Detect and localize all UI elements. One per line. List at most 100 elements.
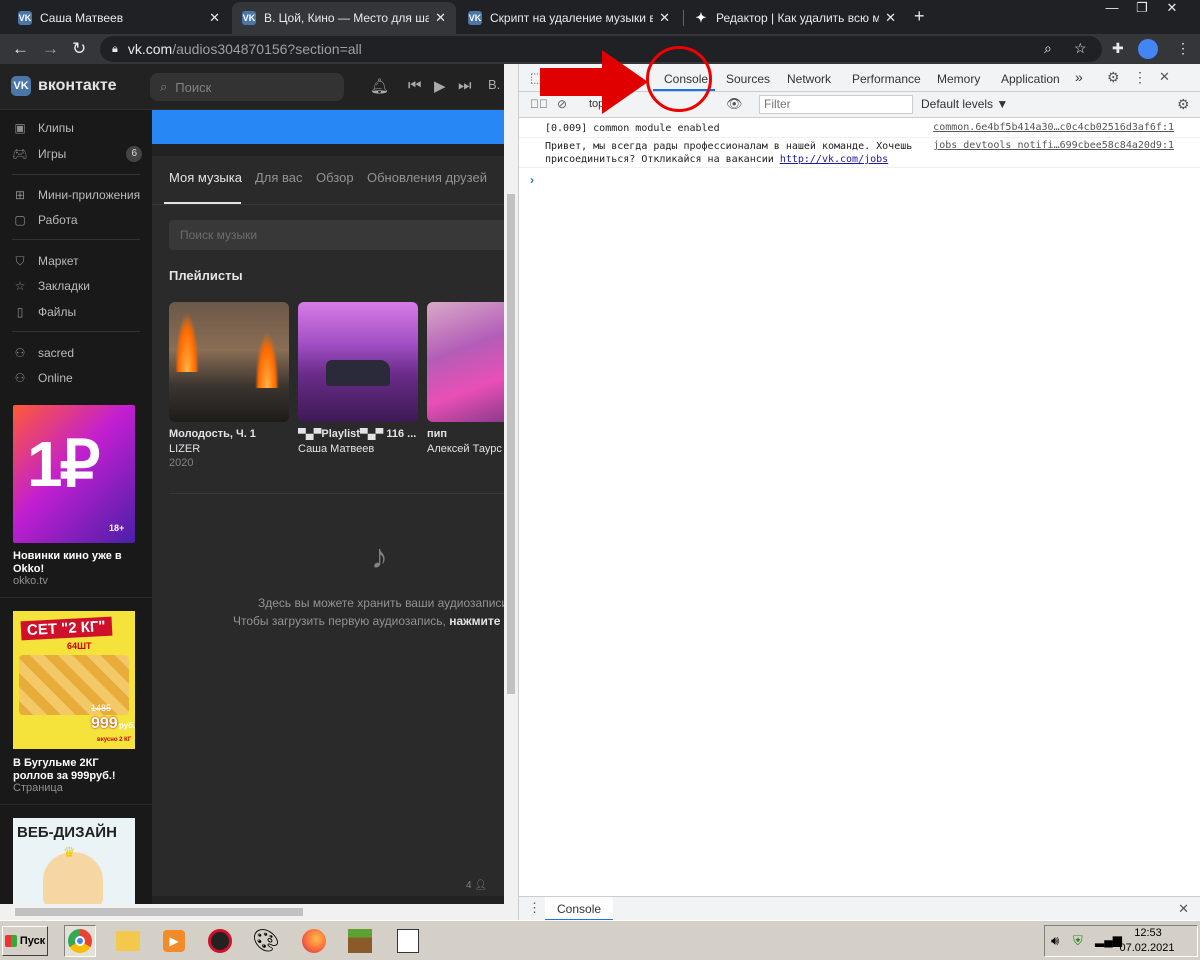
nav-item-clips[interactable]: ▣ Клипы [12,117,142,139]
browser-tab-music[interactable]: VK В. Цой, Кино — Место для шага вп ✕ [232,2,456,34]
upload-link[interactable]: нажмите з [449,614,510,628]
settings-gear-icon[interactable]: ⚙ [1107,69,1120,86]
nav-item-online[interactable]: ⚇ Online [12,367,142,389]
tab-for-you[interactable]: Для вас [255,170,303,185]
browser-tab-script[interactable]: VK Скрипт на удаление музыки вк ✕ [458,2,680,34]
nav-item-mini-apps[interactable]: ⊞ Мини-приложения [12,184,142,206]
scrollbar-thumb[interactable] [15,908,303,916]
playlist-artist[interactable]: Саша Матвеев [298,443,418,455]
taskbar-app-window[interactable] [392,925,424,957]
playlist-cover[interactable] [169,302,289,422]
close-window-icon[interactable]: ✕ [1160,0,1184,18]
play-icon[interactable]: ▶ [434,77,446,95]
devtools-tab-network[interactable]: Network [787,72,831,86]
vertical-scrollbar[interactable] [504,64,518,904]
devtools-tab-sources[interactable]: Sources [726,72,770,86]
back-icon[interactable]: ← [12,40,29,58]
tab-my-music[interactable]: Моя музыка [169,170,242,185]
restore-icon[interactable]: ❐ [1130,0,1154,18]
vk-search-input[interactable]: ⌕ Поиск [150,73,344,101]
horizontal-scrollbar[interactable] [0,904,518,920]
reload-icon[interactable]: ↻ [72,40,86,58]
browser-menu-icon[interactable]: ⋮ [1176,40,1190,57]
forward-icon[interactable]: → [42,40,59,58]
minimize-icon[interactable]: — [1100,0,1124,18]
playlist-card[interactable]: пип Алексей Таурс [427,302,504,455]
browser-tab-profile[interactable]: VK Саша Матвеев ✕ [8,2,230,34]
close-tab-icon[interactable]: ✕ [209,10,220,26]
vk-logo-icon[interactable]: VK [11,76,31,96]
browser-tab-editor[interactable]: ✦ Редактор | Как удалить всю музык ✕ [684,2,906,34]
bookmark-star-icon[interactable]: ☆ [1074,40,1087,57]
ad-okko-image[interactable]: 1₽ 18+ [13,405,135,543]
security-shield-icon[interactable]: ⛨ [1073,933,1083,949]
devtools-tab-performance[interactable]: Performance [852,72,921,86]
close-tab-icon[interactable]: ✕ [659,10,670,26]
music-search-input[interactable]: Поиск музыки [169,220,504,250]
console-settings-gear-icon[interactable]: ⚙ [1177,96,1190,113]
nav-item-files[interactable]: ▯ Файлы [12,301,142,323]
nav-item-sacred[interactable]: ⚇ sacred [12,342,142,364]
close-tab-icon[interactable]: ✕ [435,10,446,26]
taskbar-app-red[interactable] [204,925,236,957]
live-expression-eye-icon[interactable]: 👁︎ [726,96,743,112]
playlist-title[interactable]: Молодость, Ч. 1 [169,428,289,440]
playlist-artist[interactable]: Алексей Таурс [427,443,504,455]
volume-icon[interactable]: 🔊︎ [1051,933,1059,949]
taskbar-media-player[interactable]: ▶ [158,925,190,957]
nav-item-bookmarks[interactable]: ☆ Закладки [12,275,142,297]
zoom-icon[interactable]: ⌕ [1044,40,1052,57]
previous-track-icon[interactable]: ⏮ [408,77,422,94]
playlist-cover[interactable] [298,302,418,422]
start-button[interactable]: Пуск [2,926,48,956]
jobs-link[interactable]: http://vk.com/jobs [780,154,888,165]
ad-rolls-subtitle[interactable]: Страница [13,782,63,794]
taskbar-explorer[interactable] [112,925,144,957]
next-track-icon[interactable]: ⏭ [458,77,472,94]
playlist-artist[interactable]: LIZER [169,443,289,455]
taskbar-paint[interactable]: 🎨︎ [250,925,282,957]
tab-friends-updates[interactable]: Обновления друзей [367,170,487,185]
playlist-title[interactable]: ▀▄▀Playlist▀▄▀ 116 ... [298,428,418,440]
taskbar-minecraft[interactable] [344,925,376,957]
close-tab-icon[interactable]: ✕ [885,10,896,26]
profile-avatar[interactable] [1138,39,1158,59]
taskbar-firefox[interactable] [298,925,330,957]
vk-brand-name[interactable]: вконтакте [38,77,117,95]
close-devtools-icon[interactable]: ✕ [1159,69,1170,85]
nav-item-market[interactable]: ⛉ Маркет [12,250,142,272]
scrollbar-thumb[interactable] [507,194,515,694]
extensions-puzzle-icon[interactable]: ✚ [1112,40,1124,57]
devtools-tab-memory[interactable]: Memory [937,72,980,86]
console-filter-input[interactable]: Filter [759,95,913,114]
taskbar-chrome[interactable] [64,925,96,957]
tab-overview[interactable]: Обзор [316,170,354,185]
new-tab-button[interactable]: + [914,6,925,27]
nav-item-games[interactable]: 🎮︎ Игры 6 [12,143,142,165]
playlist-cover[interactable] [427,302,504,422]
close-drawer-icon[interactable]: ✕ [1178,901,1189,917]
playlist-title[interactable]: пип [427,428,504,440]
nav-item-work[interactable]: ▢ Работа [12,209,142,231]
devtools-tab-application[interactable]: Application [1001,72,1060,86]
notifications-bell-icon[interactable]: 🔔︎ [370,77,389,95]
ad-okko-subtitle[interactable]: okko.tv [13,575,48,587]
clock-date[interactable]: 07.02.2021 [1114,942,1180,954]
clock-time[interactable]: 12:53 [1120,927,1176,939]
ad-rolls-image[interactable]: СЕТ "2 КГ" 64ШТ 1485 999 руб. вкусно 2 К… [13,611,135,749]
console-prompt[interactable]: › [530,173,534,187]
drawer-menu-icon[interactable]: ⋮ [528,900,541,916]
devtools-menu-icon[interactable]: ⋮ [1133,69,1147,86]
console-source-link[interactable]: common.6e4bf5b414a30…c0c4cb02516d3af6f:1 [933,122,1174,133]
ad-webdesign-image[interactable]: ВЕБ-ДИЗАЙН ♛ [13,818,135,904]
console-source-link[interactable]: jobs devtools notifi…699cbee58c84a20d9:1 [933,140,1174,151]
drawer-tab-console[interactable]: Console [545,897,614,921]
log-levels-dropdown[interactable]: Default levels ▼ [921,97,1008,111]
ad-okko-title[interactable]: Новинки кино уже в Okko! [13,550,138,576]
ad-rolls-title[interactable]: В Бугульме 2КГ роллов за 999руб.! [13,757,138,783]
player-track-title[interactable]: В. [488,77,500,92]
playlist-card[interactable]: ▀▄▀Playlist▀▄▀ 116 ... Саша Матвеев [298,302,418,455]
more-tabs-icon[interactable]: » [1075,69,1083,85]
playlist-card[interactable]: Молодость, Ч. 1 LIZER 2020 [169,302,289,469]
nav-label: Работа [38,213,78,227]
